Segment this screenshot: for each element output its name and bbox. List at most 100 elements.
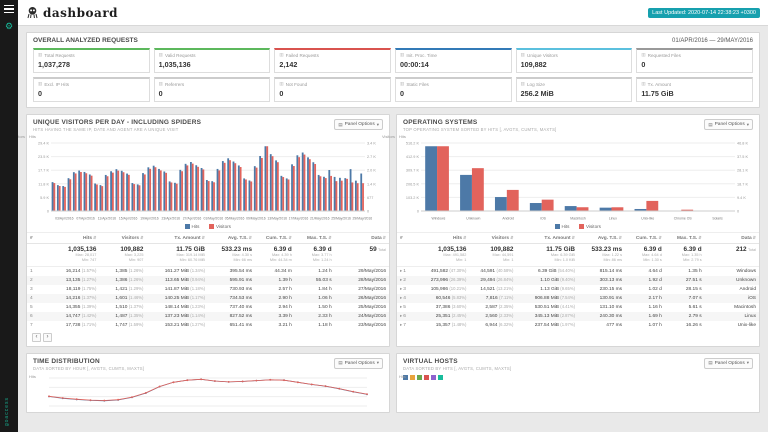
time-line-chart[interactable]	[33, 375, 383, 409]
chevron-down-icon: ▾	[747, 122, 749, 128]
prev-page-button[interactable]: ‹	[32, 333, 41, 342]
table-row[interactable]: ▸6 25,351 (2.45%) 2,560 (2.33%) 345.13 M…	[397, 312, 759, 321]
col-header-tx-amount[interactable]: Tx. Amount⇵	[516, 233, 578, 244]
panel-icon: ▤	[708, 122, 712, 128]
col-header-max-ts[interactable]: Max. T.S.⇵	[295, 233, 335, 244]
expand-row-icon[interactable]: ▸	[400, 277, 402, 282]
visitors-bar-chart[interactable]: 29.4 K3.4 K23.5 K2.7 K17.7 K2.0 K11.8 K1…	[31, 136, 385, 222]
stat-label: Init. Proc. Time	[406, 53, 437, 58]
svg-text:0: 0	[47, 210, 49, 214]
hits-swatch	[555, 224, 560, 229]
col-header-tx-amount[interactable]: Tx. Amount⇵	[146, 233, 208, 244]
col-header-idx[interactable]: #	[397, 233, 415, 244]
stat-label: Total Requests	[44, 53, 74, 58]
table-row[interactable]: 3 18,119 (1.75%) 1,421 (1.29%) 141.87 Mi…	[27, 285, 389, 294]
expand-row-icon[interactable]: ▸	[400, 304, 402, 309]
panel-options-button[interactable]: ▤ Panel Options ▾	[704, 358, 753, 369]
panel-options-button[interactable]: ▤ Panel Options ▾	[334, 358, 383, 369]
stat-cards: ▥ Total Requests 1,037,278 ▥ Valid Reque…	[27, 46, 759, 102]
table-row[interactable]: ▸3 105,986 (10.21%) 14,521 (13.21%) 1.13…	[397, 285, 759, 294]
legend-swatch	[424, 375, 429, 380]
stat-label: Not Found	[286, 82, 307, 87]
sort-icon: ⇵	[658, 235, 661, 240]
stat-value: 0	[279, 89, 386, 98]
table-row[interactable]: ▸7 15,357 (1.48%) 6,944 (6.32%) 237.54 M…	[397, 321, 759, 330]
table-row[interactable]: 7 17,738 (1.71%) 1,747 (1.59%) 153.21 Mi…	[27, 321, 389, 330]
expand-row-icon[interactable]: ▸	[400, 286, 402, 291]
expand-row-icon[interactable]: ▸	[400, 295, 402, 300]
expand-row-icon[interactable]: ▸	[400, 313, 402, 318]
sort-icon: ⇵	[698, 235, 701, 240]
svg-text:2.7 K: 2.7 K	[367, 155, 376, 159]
stat-icon: ▥	[159, 52, 163, 58]
col-header-hits[interactable]: Hits⇵	[415, 233, 469, 244]
panel-options-button[interactable]: ▤ Panel Options ▾	[704, 119, 753, 130]
app-title: dashboard	[43, 6, 118, 20]
next-page-button[interactable]: ›	[43, 333, 52, 342]
svg-text:29/May/2016: 29/May/2016	[353, 217, 373, 221]
date-range: 01/APR/2016 — 29/MAY/2016	[672, 38, 753, 44]
col-header-cum-ts[interactable]: Cum. T.S.⇵	[625, 233, 665, 244]
stat-card: ▥ Not Found 0	[274, 77, 391, 102]
table-row[interactable]: ▸1 491,582 (47.30%) 44,591 (40.58%) 6.39…	[397, 266, 759, 276]
stat-value: 0	[641, 60, 748, 69]
svg-text:9.4 K: 9.4 K	[737, 196, 746, 200]
stat-icon: ▥	[279, 52, 283, 58]
stat-icon: ▥	[641, 81, 645, 87]
settings-button[interactable]: ⚙	[0, 18, 18, 34]
visitors-swatch	[579, 224, 584, 229]
sort-icon: ⇵	[93, 235, 96, 240]
svg-text:Unknown: Unknown	[466, 217, 480, 221]
col-header-idx[interactable]: #	[27, 233, 45, 244]
sort-icon: ⇵	[249, 235, 252, 240]
col-header-visitors[interactable]: Visitors⇵	[99, 233, 146, 244]
table-row[interactable]: 1 16,214 (1.57%) 1,385 (1.26%) 161.27 Mi…	[27, 266, 389, 276]
expand-row-icon[interactable]: ▸	[400, 268, 402, 273]
table-row[interactable]: 5 14,355 (1.39%) 1,510 (1.37%) 148.14 Mi…	[27, 303, 389, 312]
col-header-visitors[interactable]: Visitors⇵	[469, 233, 516, 244]
gear-icon: ⚙	[5, 21, 13, 31]
table-row[interactable]: ▸2 273,996 (26.39%) 29,494 (26.84%) 1.10…	[397, 276, 759, 285]
sort-icon: ⇵	[463, 235, 466, 240]
svg-text:1.4 K: 1.4 K	[367, 182, 376, 186]
stat-label: Excl. IP Hits	[44, 82, 69, 87]
overall-panel: OVERALL ANALYZED REQUESTS 01/APR/2016 — …	[26, 32, 760, 108]
y-axis-label-hits: Hits	[399, 134, 406, 139]
sort-icon: ⇵	[140, 235, 143, 240]
expand-row-icon[interactable]: ▸	[400, 322, 402, 327]
operating-systems-panel: OPERATING SYSTEMS TOP OPERATING SYSTEM S…	[396, 114, 760, 347]
svg-text:Windows: Windows	[432, 217, 446, 221]
table-row[interactable]: ▸4 60,546 (5.83%) 7,816 (7.11%) 906.88 M…	[397, 294, 759, 303]
chevron-down-icon: ▾	[747, 360, 749, 366]
svg-text:29.4 K: 29.4 K	[38, 142, 49, 146]
table-row[interactable]: 4 14,216 (1.37%) 1,601 (1.46%) 140.25 Mi…	[27, 294, 389, 303]
svg-text:Unix-like: Unix-like	[641, 217, 654, 221]
menu-toggle-button[interactable]	[0, 0, 18, 18]
col-header-data[interactable]: Data⇵	[335, 233, 389, 244]
table-row[interactable]: ▸5 37,386 (3.60%) 2,587 (2.35%) 530.51 M…	[397, 303, 759, 312]
col-header-avg-ts[interactable]: Avg. T.S.⇵	[578, 233, 625, 244]
svg-text:19/Apr/2016: 19/Apr/2016	[140, 217, 159, 221]
stat-icon: ▥	[400, 81, 404, 87]
stat-label: Requested Files	[648, 53, 681, 58]
svg-text:05/May/2016: 05/May/2016	[225, 217, 245, 221]
table-pagination: ‹ ›	[27, 330, 389, 346]
stat-card: ▥ Excl. IP Hits 0	[33, 77, 150, 102]
table-row[interactable]: 6 14,747 (1.42%) 1,487 (1.35%) 137.23 Mi…	[27, 312, 389, 321]
stat-card: ▥ Static Files 0	[395, 77, 512, 102]
col-header-data[interactable]: Data⇵	[705, 233, 759, 244]
sort-icon: ⇵	[572, 235, 575, 240]
topbar: dashboard Last Updated: 2020-07-14 22:38…	[18, 0, 768, 26]
col-header-max-ts[interactable]: Max. T.S.⇵	[665, 233, 705, 244]
svg-text:27/Apr/2016: 27/Apr/2016	[183, 217, 202, 221]
panel-options-button[interactable]: ▤ Panel Options ▾	[334, 119, 383, 130]
table-row[interactable]: 2 13,135 (1.27%) 1,386 (1.26%) 113.65 Mi…	[27, 276, 389, 285]
col-header-hits[interactable]: Hits⇵	[45, 233, 99, 244]
svg-text:23.5 K: 23.5 K	[38, 155, 49, 159]
panel-title: TIME DISTRIBUTION	[33, 358, 144, 365]
col-header-avg-ts[interactable]: Avg. T.S.⇵	[208, 233, 255, 244]
chevron-down-icon: ▾	[377, 360, 379, 366]
os-bar-chart[interactable]: 516.2 K46.8 K412.9 K37.5 K309.7 K28.1 K2…	[401, 136, 755, 222]
svg-text:2.0 K: 2.0 K	[367, 169, 376, 173]
col-header-cum-ts[interactable]: Cum. T.S.⇵	[255, 233, 295, 244]
